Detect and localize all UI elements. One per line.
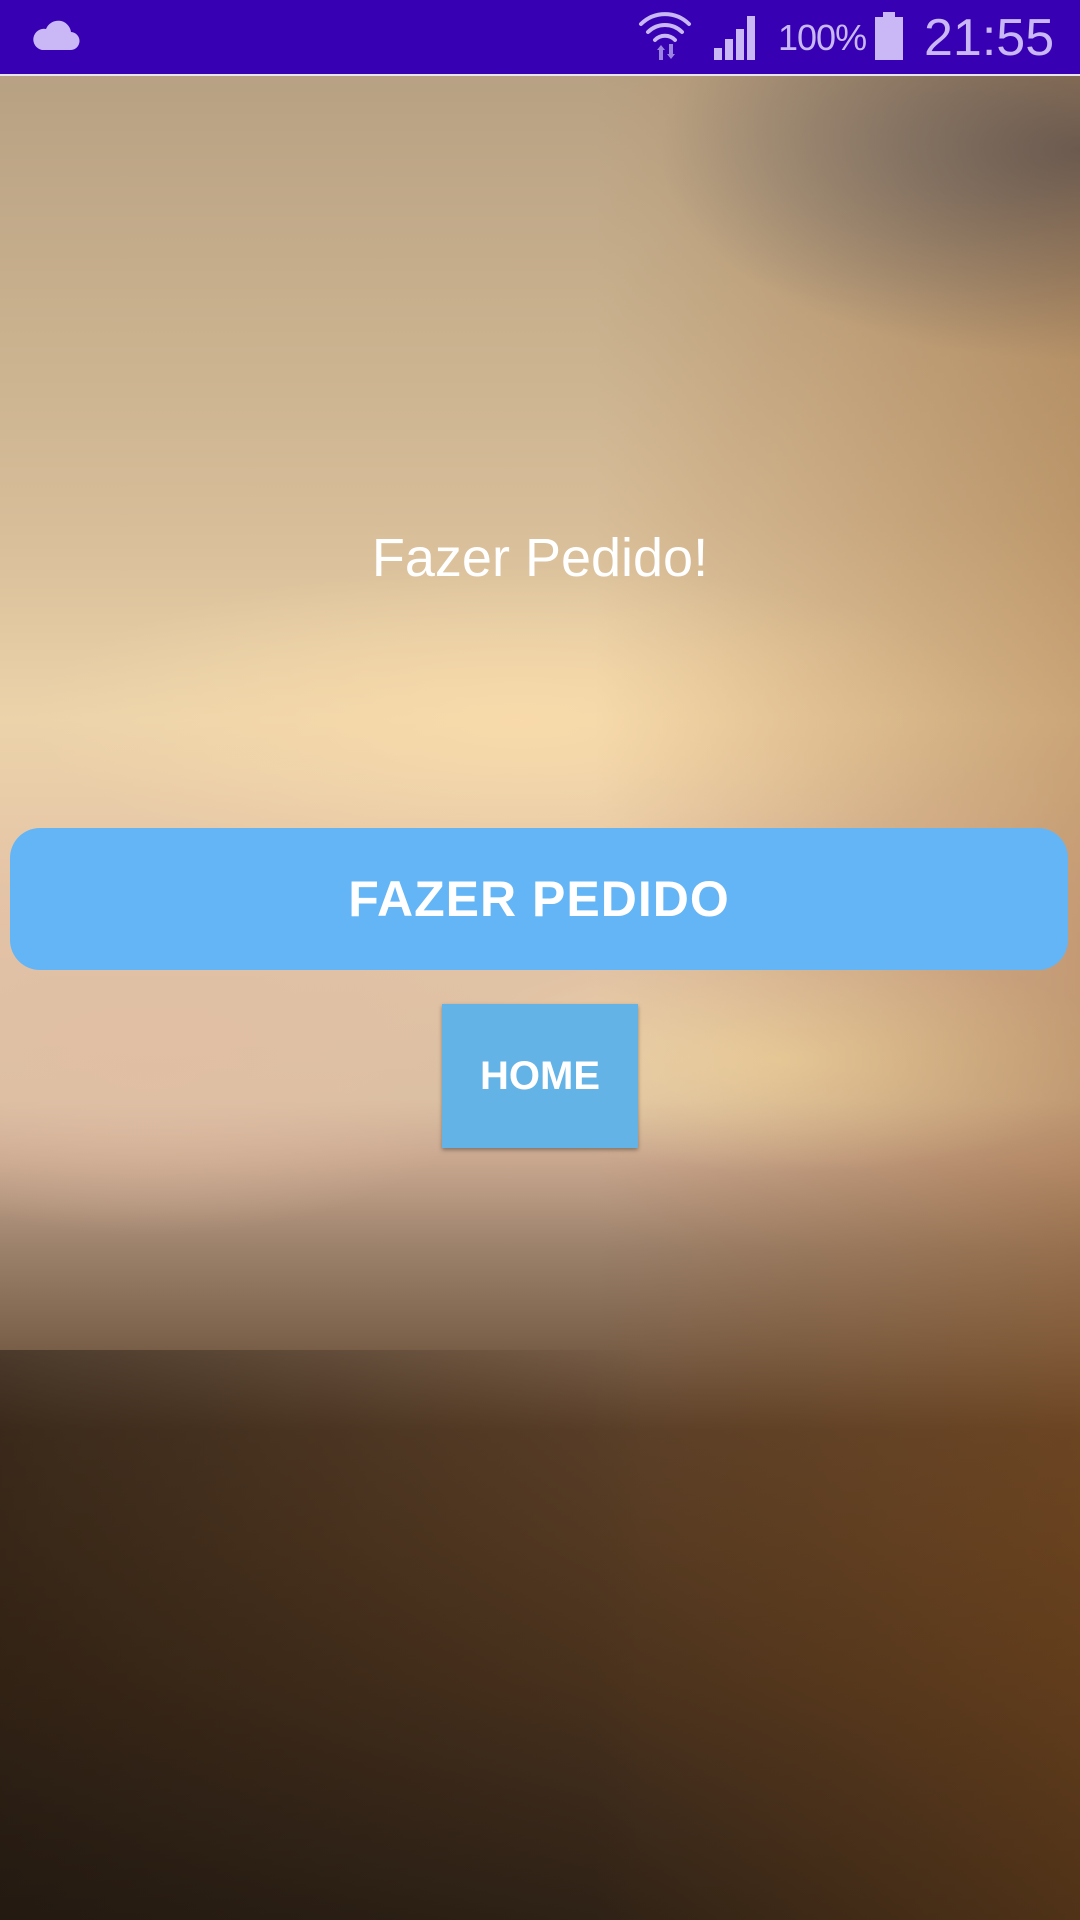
battery-icon: [874, 12, 904, 60]
status-bar: 100% 21:55: [0, 0, 1080, 76]
signal-icon: [712, 14, 762, 60]
status-clock: 21:55: [924, 9, 1055, 67]
background-shadow: [0, 1350, 1080, 1920]
page-title: Fazer Pedido!: [371, 528, 709, 588]
cloud-icon: [30, 20, 80, 52]
home-button[interactable]: HOME: [442, 1004, 638, 1148]
wifi-icon: [638, 10, 692, 64]
fazer-pedido-button[interactable]: FAZER PEDIDO: [10, 828, 1068, 970]
app-screen: 100% 21:55 Fazer Pedido! FAZER PEDIDO HO…: [0, 0, 1080, 1920]
battery-percentage: 100%: [778, 17, 867, 58]
